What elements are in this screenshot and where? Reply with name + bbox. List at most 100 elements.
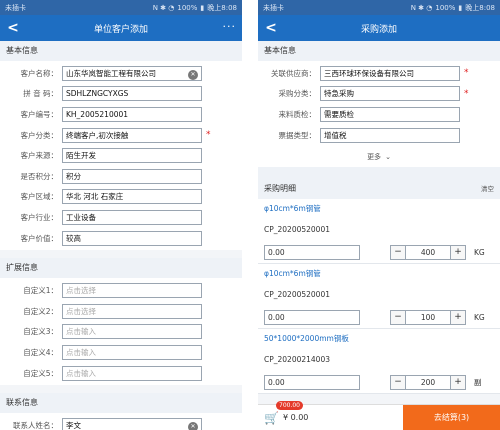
field-label: 客户价值： [20, 233, 59, 243]
page-title: 单位客户添加 [93, 24, 148, 35]
form-row: 来料质检： 需要质检 [258, 104, 500, 125]
item-code: CP_20200520001 [264, 225, 330, 235]
form-field[interactable]: 点击选择 [62, 303, 202, 319]
form-row: 客户编号： KH_2005210001 [0, 104, 242, 125]
page-title: 采购添加 [360, 24, 397, 35]
section-title-ext: 扩展信息 [0, 258, 242, 279]
form-field[interactable]: KH_2005210001 [62, 106, 202, 122]
form-field[interactable]: 积分 [62, 168, 202, 184]
form-row: 自定义4： 点击输入 [0, 342, 242, 363]
item-name: 50*1000*2000mm钢板 [264, 334, 349, 344]
nav-bar: < 采购添加 [258, 15, 500, 41]
cart-total: ¥ 0.00 [282, 413, 309, 422]
section-title-detail: 采购明细 [264, 183, 296, 193]
bottom-bar: 🛒 700.00 ¥ 0.00 去结算(3) [258, 401, 500, 430]
form-field[interactable]: 点击输入 [62, 344, 202, 360]
divider [258, 167, 500, 178]
form-field[interactable]: 终端客户,初次接触 [62, 127, 202, 143]
more-toggle[interactable]: 更多 ⌄ [258, 147, 500, 168]
form-row: 票据类型： 增值税 [258, 125, 500, 146]
form-field[interactable]: 李文 [62, 418, 202, 430]
checkout-button[interactable]: 去结算(3) [403, 405, 500, 430]
purchase-add-screen: 未插卡 N ✱ ◔ 100% ▮ 晚上8:08 < 采购添加 基本信息 关联供应… [258, 0, 500, 430]
battery-icon: ▮ [458, 3, 463, 12]
field-label: 客户行业： [20, 212, 59, 222]
status-bar: 未插卡 N ✱ ◔ 100% ▮ 晚上8:08 [258, 0, 500, 15]
unit-label: 副 [474, 377, 482, 387]
field-label: 是否积分： [20, 171, 59, 181]
cart-icon: 🛒 [264, 410, 279, 425]
minus-button[interactable]: − [391, 310, 405, 324]
section-title-basic: 基本信息 [258, 41, 500, 61]
purchase-item: 50*1000*2000mm钢板 CP_20200214003 0.00 −200 + 副 [258, 329, 500, 395]
more-menu-icon[interactable]: ··· [223, 20, 237, 33]
price-input[interactable]: 0.00 [264, 244, 360, 260]
field-label: 自定义2： [23, 306, 58, 316]
cart-area[interactable]: 🛒 700.00 ¥ 0.00 [258, 401, 403, 430]
purchase-item: φ10cm*6m钢管 CP_20200520001 0.00 −400 + KG [258, 199, 500, 265]
form-row: 联系人姓名： 李文 ✕ [0, 415, 242, 430]
ext-info-form: 自定义1： 点击选择 自定义2： 点击选择 自定义3： 点击输入 自定义4： 点击输入 自定义5… [0, 278, 242, 386]
plus-button[interactable]: + [451, 245, 465, 259]
minus-button[interactable]: − [391, 375, 405, 389]
section-title-contact: 联系信息 [0, 393, 242, 414]
form-field[interactable]: 工业设备 [62, 209, 202, 225]
form-field[interactable]: 点击输入 [62, 365, 202, 381]
carrier-label: 未插卡 [263, 3, 284, 12]
status-bar: 未插卡 N ✱ ◔ 100% ▮ 晚上8:08 [0, 0, 242, 15]
chevron-down-icon: ⌄ [385, 153, 391, 162]
form-field[interactable]: 特急采购 [320, 86, 460, 102]
nav-bar: < 单位客户添加 ··· [0, 15, 242, 41]
quantity-input[interactable]: 100 [405, 310, 451, 324]
clear-all-button[interactable]: 清空 [481, 183, 494, 193]
unit-label: KG [474, 312, 485, 322]
cart-badge: 700.00 [276, 401, 303, 410]
time-label: 晚上8:08 [465, 3, 495, 12]
back-icon[interactable]: < [0, 20, 26, 36]
field-label: 自定义4： [23, 347, 58, 357]
back-icon[interactable]: < [258, 20, 284, 36]
field-label: 客户分类： [20, 130, 59, 140]
field-label: 拼 音 码： [23, 89, 58, 99]
form-row: 自定义1： 点击选择 [0, 280, 242, 301]
form-field[interactable]: 增值税 [320, 127, 460, 143]
form-row: 采购分类： 特急采购 * [258, 84, 500, 105]
field-label: 客户区域： [20, 192, 59, 202]
form-field[interactable]: 点击选择 [62, 283, 202, 299]
item-qty-row: 0.00 −100 + KG [258, 306, 500, 328]
customer-add-screen: 未插卡 N ✱ ◔ 100% ▮ 晚上8:08 < 单位客户添加 ··· 基本信… [0, 0, 242, 430]
item-name: φ10cm*6m钢管 [264, 269, 321, 279]
clear-icon[interactable]: ✕ [188, 69, 198, 80]
plus-button[interactable]: + [451, 310, 465, 324]
minus-button[interactable]: − [391, 245, 405, 259]
form-field[interactable]: 三西环球环保设备有限公司 [320, 65, 460, 81]
quantity-input[interactable]: 400 [405, 245, 451, 259]
required-icon: * [206, 130, 211, 141]
plus-button[interactable]: + [451, 375, 465, 389]
form-field[interactable]: 华北 河北 石家庄 [62, 189, 202, 205]
battery-label: 100% [435, 3, 456, 12]
form-row: 客户区域： 华北 河北 石家庄 [0, 187, 242, 208]
form-row: 关联供应商： 三西环球环保设备有限公司 * [258, 63, 500, 84]
form-row: 客户价值： 较高 [0, 228, 242, 249]
purchase-item-list: φ10cm*6m钢管 CP_20200520001 0.00−400 + KG φ10cm… [258, 199, 500, 395]
section-title-basic: 基本信息 [0, 41, 242, 61]
item-code: CP_20200520001 [264, 290, 330, 300]
form-field[interactable]: 陌生开发 [62, 148, 202, 164]
form-field[interactable]: SDHLZNGCYXGS [62, 86, 202, 102]
form-field[interactable]: 点击输入 [62, 324, 202, 340]
required-icon: * [464, 88, 469, 99]
form-field[interactable]: 需要质检 [320, 106, 460, 122]
form-row: 客户名称： 山东华岚智能工程有限公司 ✕ [0, 63, 242, 84]
form-row: 自定义3： 点击输入 [0, 322, 242, 343]
price-input[interactable]: 0.00 [264, 374, 360, 390]
field-label: 来料质检： [278, 109, 317, 119]
quantity-input[interactable]: 200 [405, 375, 451, 389]
price-input[interactable]: 0.00 [264, 309, 360, 325]
form-field[interactable]: 山东华岚智能工程有限公司 [62, 65, 202, 81]
form-field[interactable]: 较高 [62, 230, 202, 246]
form-row: 自定义2： 点击选择 [0, 301, 242, 322]
item-qty-row: 0.00 −400 + KG [258, 241, 500, 263]
field-label: 关联供应商： [271, 68, 316, 78]
clear-icon[interactable]: ✕ [188, 422, 198, 430]
